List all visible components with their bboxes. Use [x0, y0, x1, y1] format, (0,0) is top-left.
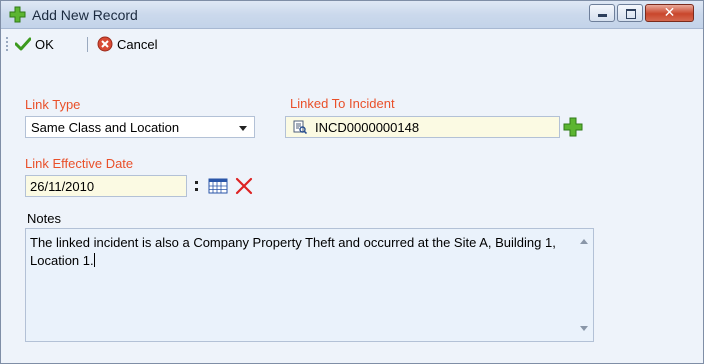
link-type-value: Same Class and Location [31, 120, 180, 135]
notes-textarea[interactable]: The linked incident is also a Company Pr… [25, 228, 594, 342]
effective-date-field[interactable]: 26/11/2010 [25, 175, 187, 197]
checkmark-icon [15, 37, 31, 51]
maximize-icon [626, 9, 636, 19]
maximize-button[interactable] [617, 4, 643, 22]
effective-date-value: 26/11/2010 [30, 179, 95, 194]
add-plus-icon [9, 6, 26, 23]
toolbar-grip[interactable] [6, 37, 10, 51]
toolbar: OK Cancel [1, 29, 703, 59]
window-title: Add New Record [32, 7, 138, 23]
minimize-button[interactable] [589, 4, 615, 22]
close-icon: ✕ [663, 4, 676, 20]
notes-value: The linked incident is also a Company Pr… [30, 235, 560, 268]
calendar-icon[interactable] [208, 178, 228, 194]
lookup-icon[interactable] [293, 120, 307, 134]
scroll-down-icon[interactable] [580, 326, 588, 331]
title-bar[interactable]: Add New Record ✕ [1, 1, 703, 29]
cancel-icon [97, 36, 113, 52]
ok-label: OK [35, 36, 54, 52]
toolbar-separator [87, 37, 88, 52]
linked-incident-field[interactable]: INCD0000000148 [285, 116, 560, 138]
effective-date-label: Link Effective Date [25, 156, 134, 171]
cancel-label: Cancel [117, 36, 158, 52]
ok-button[interactable]: OK [15, 33, 54, 55]
notes-label: Notes [27, 211, 61, 226]
chevron-down-icon[interactable] [239, 126, 247, 131]
close-button[interactable]: ✕ [645, 4, 694, 22]
add-record-window: Add New Record ✕ OK Cancel Link Type Sam… [0, 0, 704, 364]
scroll-up-icon[interactable] [580, 239, 588, 244]
clear-x-icon[interactable] [233, 175, 255, 197]
notes-text-wrap: The linked incident is also a Company Pr… [30, 234, 565, 270]
add-incident-icon[interactable] [562, 116, 584, 138]
notes-scrollbar[interactable] [575, 229, 593, 341]
cancel-button[interactable]: Cancel [97, 33, 157, 55]
minimize-icon [598, 14, 607, 17]
linked-incident-value: INCD0000000148 [315, 120, 420, 135]
link-type-select[interactable]: Same Class and Location [25, 116, 255, 138]
text-caret [93, 253, 95, 267]
linked-incident-label: Linked To Incident [290, 96, 395, 111]
date-spinner[interactable] [192, 177, 202, 195]
link-type-label: Link Type [25, 97, 81, 112]
